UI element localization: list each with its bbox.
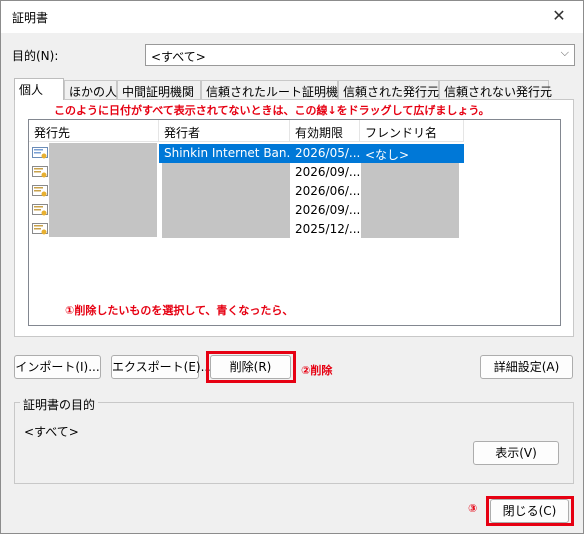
column-expiration[interactable]: 有効期限 xyxy=(290,120,360,142)
annotation-widen-column: このように日付がすべて表示されてないときは、この線↓をドラッグして広げましょう。 xyxy=(54,104,490,117)
certificate-icon xyxy=(32,147,48,159)
advanced-button[interactable]: 詳細設定(A) xyxy=(480,355,573,379)
redaction-issuer xyxy=(162,163,290,238)
cell-expiration: 2026/09/... xyxy=(295,203,360,217)
redaction-friendly-name xyxy=(361,163,459,238)
cell-expiration: 2026/09/... xyxy=(295,165,360,179)
purpose-label: 目的(N): xyxy=(12,49,59,63)
certificate-icon xyxy=(32,185,48,197)
annotation-select-item: ①削除したいものを選択して、青くなったら、 xyxy=(65,304,294,317)
tab-untrusted-publishers[interactable]: 信頼されない発行元 xyxy=(439,80,552,100)
certificate-purposes-title: 証明書の目的 xyxy=(20,396,99,413)
purpose-value: <すべて> xyxy=(151,50,206,64)
redaction-issued-to xyxy=(49,143,157,237)
certificate-purposes-value: <すべて> xyxy=(24,425,79,439)
chevron-down-icon: ⌵ xyxy=(560,46,569,59)
close-highlight-box xyxy=(486,496,574,526)
annotation-delete: ②削除 xyxy=(301,364,333,377)
export-button[interactable]: エクスポート(E)... xyxy=(111,355,212,379)
annotation-close-step: ③ xyxy=(468,502,478,515)
cell-expiration: 2026/06/... xyxy=(295,184,360,198)
certificate-icon xyxy=(32,166,48,178)
tab-trusted-publishers[interactable]: 信頼された発行元 xyxy=(338,80,439,100)
window-title: 証明書 xyxy=(12,11,49,25)
certificate-icon xyxy=(32,204,48,216)
certificate-list[interactable]: 発行先 発行者 有効期限 フレンドリ名 Shinkin Internet Ban… xyxy=(28,119,561,326)
tab-personal[interactable]: 個人 xyxy=(14,78,64,100)
cell-expiration: 2026/05/... xyxy=(290,144,360,163)
list-header: 発行先 発行者 有効期限 フレンドリ名 xyxy=(29,120,560,142)
tab-trusted-root-ca[interactable]: 信頼されたルート証明機関 xyxy=(201,80,350,100)
tab-intermediate-ca[interactable]: 中間証明機関 xyxy=(117,80,201,100)
purpose-dropdown[interactable]: <すべて> ⌵ xyxy=(145,44,575,66)
import-button[interactable]: インポート(I)... xyxy=(14,355,101,379)
cell-friendly-name: <なし> xyxy=(360,144,464,163)
view-button[interactable]: 表示(V) xyxy=(473,441,559,465)
close-icon[interactable]: ✕ xyxy=(549,6,569,26)
column-issued-to[interactable]: 発行先 xyxy=(29,120,159,142)
remove-highlight-box xyxy=(206,351,296,383)
column-friendly-name[interactable]: フレンドリ名 xyxy=(360,120,464,142)
certificates-dialog: 証明書 ✕ 目的(N): <すべて> ⌵ 個人 ほかの人 中間証明機関 信頼され… xyxy=(0,0,584,534)
certificate-icon xyxy=(32,223,48,235)
cell-issuer: Shinkin Internet Ban... xyxy=(159,144,290,163)
title-bar: 証明書 ✕ xyxy=(1,1,583,33)
tab-other-people[interactable]: ほかの人 xyxy=(64,80,117,100)
column-issuer[interactable]: 発行者 xyxy=(159,120,290,142)
cell-expiration: 2025/12/... xyxy=(295,222,360,236)
